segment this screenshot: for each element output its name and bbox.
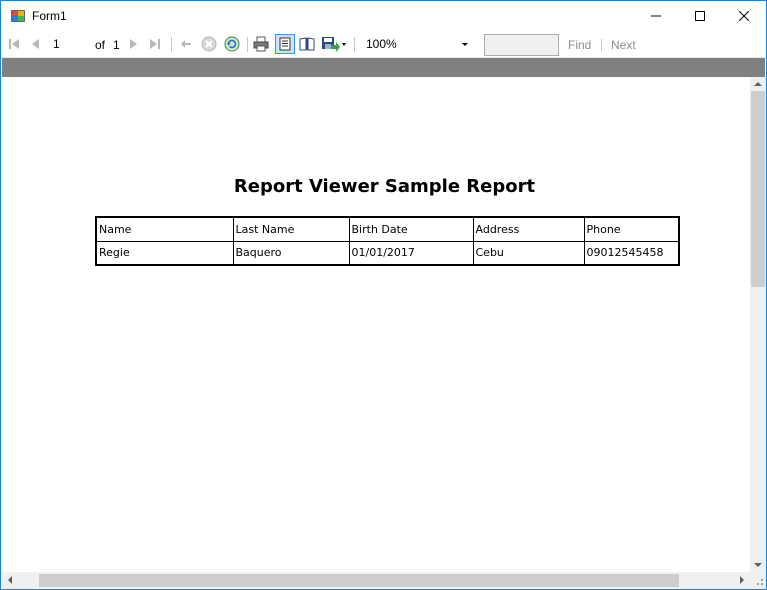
report-viewer-window: Form1 1 of 1 100% Find Next Report Viewe… [0,0,767,590]
table-row: Regie Baquero 01/01/2017 Cebu 0901254545… [95,240,680,266]
cell-birth-date: 01/01/2017 [348,240,474,266]
cell-last-name: Baquero [232,240,350,266]
table-header-row: Name Last Name Birth Date Address Phone [95,216,680,242]
last-page-icon[interactable] [147,36,163,52]
toolbar-separator [171,37,172,52]
refresh-icon[interactable] [224,36,240,52]
size-grip-icon[interactable] [750,572,766,589]
scroll-right-icon[interactable] [740,576,744,584]
column-header-phone: Phone [583,216,680,242]
report-toolbar: 1 of 1 100% Find Next [1,31,766,58]
print-icon[interactable] [253,36,269,52]
toolbar-separator [354,37,355,52]
column-header-birth-date: Birth Date [348,216,474,242]
zoom-select[interactable]: 100% [362,35,474,54]
cell-name: Regie [95,240,234,266]
report-page: Report Viewer Sample Report Name Last Na… [2,77,751,572]
window-title: Form1 [32,9,67,23]
column-header-name: Name [95,216,234,242]
report-header-strip [2,58,765,77]
find-separator [601,39,602,51]
horizontal-scroll-thumb[interactable] [39,574,679,587]
close-icon [739,11,749,21]
column-header-address: Address [472,216,585,242]
chevron-down-icon[interactable] [462,43,468,46]
print-layout-icon[interactable] [275,34,295,54]
title-bar: Form1 [1,1,766,31]
export-icon[interactable] [321,36,347,52]
vertical-scrollbar[interactable] [750,77,766,572]
first-page-icon[interactable] [6,36,22,52]
find-text-input[interactable] [484,34,559,56]
column-header-last-name: Last Name [232,216,350,242]
total-pages-label: 1 [113,38,120,52]
cell-phone: 09012545458 [583,240,680,266]
scroll-left-icon[interactable] [8,576,12,584]
minimize-button[interactable] [633,1,679,31]
maximize-icon [695,11,705,21]
find-link[interactable]: Find [568,38,591,52]
horizontal-scrollbar[interactable] [2,572,750,589]
minimize-icon [651,15,661,17]
next-page-icon[interactable] [125,36,141,52]
back-icon[interactable] [178,36,194,52]
of-label: of [95,38,106,52]
form-app-icon [11,9,25,23]
scroll-up-icon[interactable] [754,82,762,86]
stop-icon[interactable] [201,36,217,52]
current-page-input[interactable]: 1 [49,35,89,54]
cell-address: Cebu [472,240,585,266]
report-table: Name Last Name Birth Date Address Phone … [95,216,680,266]
page-setup-icon[interactable] [299,36,315,52]
previous-page-icon[interactable] [28,36,44,52]
close-button[interactable] [721,1,767,31]
scroll-down-icon[interactable] [754,563,762,567]
toolbar-separator [247,37,248,52]
vertical-scroll-thumb[interactable] [751,91,765,287]
maximize-button[interactable] [677,1,723,31]
find-next-link[interactable]: Next [611,38,636,52]
report-title: Report Viewer Sample Report [233,176,536,197]
